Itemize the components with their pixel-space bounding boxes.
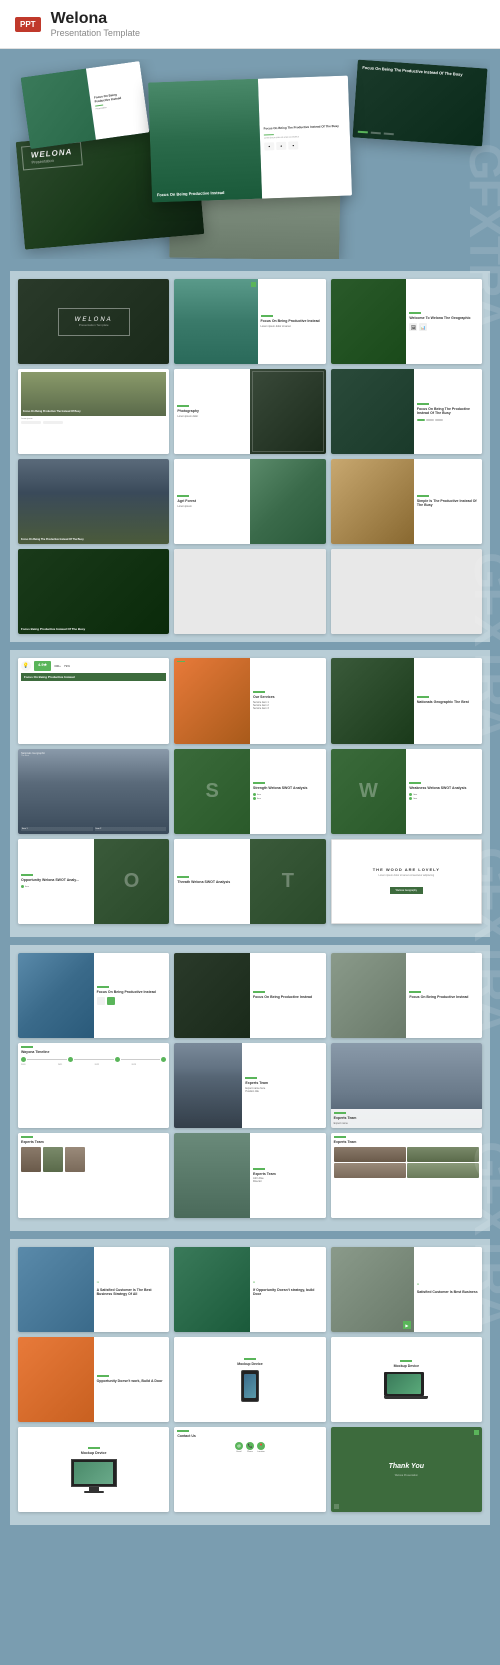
row-1: WELONA Presentation Template Focus On Be… — [18, 279, 482, 364]
slide-focus-productive: Focus On Being The Productive Instead Of… — [331, 369, 482, 454]
slide-mountain-landscape: Focus On Being The Productive Instead Of… — [18, 459, 169, 544]
hero-slides: WELONA Presentation Focus On BeingProduc… — [10, 59, 490, 259]
slide-testimonial-2: " If Opportunity Doesn't strategy, build… — [174, 1247, 325, 1332]
slide-mockup-phone: Mockup Device — [174, 1337, 325, 1422]
slide-wood-quote: THE WOOD ARE LOVELY Lorem ipsum dolor si… — [331, 839, 482, 924]
section-4: GFXTRA " A Satisfied Customer Is The Bes… — [10, 1239, 490, 1525]
slide-cover: WELONA Presentation Template — [18, 279, 169, 364]
row-2: Focus On Being Productive The Instead Of… — [18, 369, 482, 454]
ppt-badge: PPT — [15, 17, 41, 32]
section2-row3: Opportunity Welona SWOT Analy... Item O — [18, 839, 482, 924]
app-subtitle: Presentation Template — [51, 28, 140, 38]
hero-section: WELONA Presentation Focus On BeingProduc… — [10, 59, 490, 259]
section2-row1: 💡 4.9★ 300+ 79% Focus On Being Productiv… — [18, 658, 482, 743]
slide-nationals-mountain: Nationals Geographic The Best Item 1 Ite… — [18, 749, 169, 834]
slide-swot-threat: Threath Welona SWOT Analysis T — [174, 839, 325, 924]
slide-photo-1: Focus On Being Productive Instead — [18, 953, 169, 1038]
slide-empty-1 — [174, 549, 325, 634]
slide-services: Our Services Service item 1 Service item… — [174, 658, 325, 743]
slide-opportunity: Opportunity Doesn't work, Build A Door — [18, 1337, 169, 1422]
section2-row2: Nationals Geographic The Best Item 1 Ite… — [18, 749, 482, 834]
slide-team-grid: Experts Team — [331, 1133, 482, 1218]
slide-expert-team-1: Experts Team Expert name here Position t… — [174, 1043, 325, 1128]
slide-river: Agri Forest Lorem ipsum — [174, 459, 325, 544]
slide-testimonial-1: " A Satisfied Customer Is The Best Busin… — [18, 1247, 169, 1332]
section-3: GFXTRA Focus On Being Productive Instead — [10, 945, 490, 1231]
header: PPT Welona Presentation Template — [0, 0, 500, 49]
slide-contact: Contact Us @ Email 📞 Phone 📍 Location — [174, 1427, 325, 1512]
slide-mockup-laptop: Mockup Device — [331, 1337, 482, 1422]
row-3: Focus On Being The Productive Instead Of… — [18, 459, 482, 544]
slide-foggy-forest: Photography Lorem ipsum dolor — [174, 369, 325, 454]
slide-empty-2 — [331, 549, 482, 634]
app-title: Welona — [51, 10, 140, 28]
slide-desert: Simple Is The Productive Instead Of The … — [331, 459, 482, 544]
slide-nationals: Nationals Geographic The Best — [331, 658, 482, 743]
slide-expert-team-2: Experts Team Expert name — [331, 1043, 482, 1128]
main-content: WELONA Presentation Focus On BeingProduc… — [0, 49, 500, 1543]
slide-swot-opportunity: Opportunity Welona SWOT Analy... Item O — [18, 839, 169, 924]
slide-forest-road: Focus Being Productive Instead Of The Bu… — [18, 549, 169, 634]
slide-stats: 💡 4.9★ 300+ 79% Focus On Being Productiv… — [18, 658, 169, 743]
section3-row3: Experts Team Experts Team John Doe — [18, 1133, 482, 1218]
slide-geographic: Welcome To Welona The Geographic 🖼 📊 — [331, 279, 482, 364]
slide-mockup-monitor: Mockup Device — [18, 1427, 169, 1512]
row-3b: Focus Being Productive Instead Of The Bu… — [18, 549, 482, 634]
slide-mountain-text: Focus On Being Productive The Instead Of… — [18, 369, 169, 454]
section-2: GFXTRA 💡 4.9★ 300+ 79% Focus On Being Pr… — [10, 650, 490, 936]
slide-photo-2: Focus On Being Productive Instead — [174, 953, 325, 1038]
section4-row1: " A Satisfied Customer Is The Best Busin… — [18, 1247, 482, 1332]
section3-row2: Wayona Timeline 2020 2021 2022 — [18, 1043, 482, 1128]
hero-slide-main: Focus On Being Productive Instead Focus … — [148, 76, 352, 203]
slide-photo-3: Focus On Being Productive Instead — [331, 953, 482, 1038]
section4-row2: Opportunity Doesn't work, Build A Door M… — [18, 1337, 482, 1422]
slide-swot-weakness: W Weakness Welona SWOT Analysis Item Ite… — [331, 749, 482, 834]
slide-thank-you: Thank You Welona Presentation — [331, 1427, 482, 1512]
hero-slide-right: Focus On Being The Productive Instead Of… — [352, 60, 487, 147]
slide-team-multi: Experts Team — [18, 1133, 169, 1218]
section-1: GFXTRA WELONA Presentation Template — [10, 271, 490, 642]
section3-row1: Focus On Being Productive Instead Focus … — [18, 953, 482, 1038]
slide-team-featured: Experts Team John Doe Director — [174, 1133, 325, 1218]
section4-row3: Mockup Device Contact Us — [18, 1427, 482, 1512]
slide-swot-strength: S Strength Welona SWOT Analysis Item Ite… — [174, 749, 325, 834]
slide-testimonial-3: ▶ " Satisfied Customer Is Best Business — [331, 1247, 482, 1332]
slide-timeline: Wayona Timeline 2020 2021 2022 — [18, 1043, 169, 1128]
slide-waterfall: Focus On Being Productive Instead Lorem … — [174, 279, 325, 364]
